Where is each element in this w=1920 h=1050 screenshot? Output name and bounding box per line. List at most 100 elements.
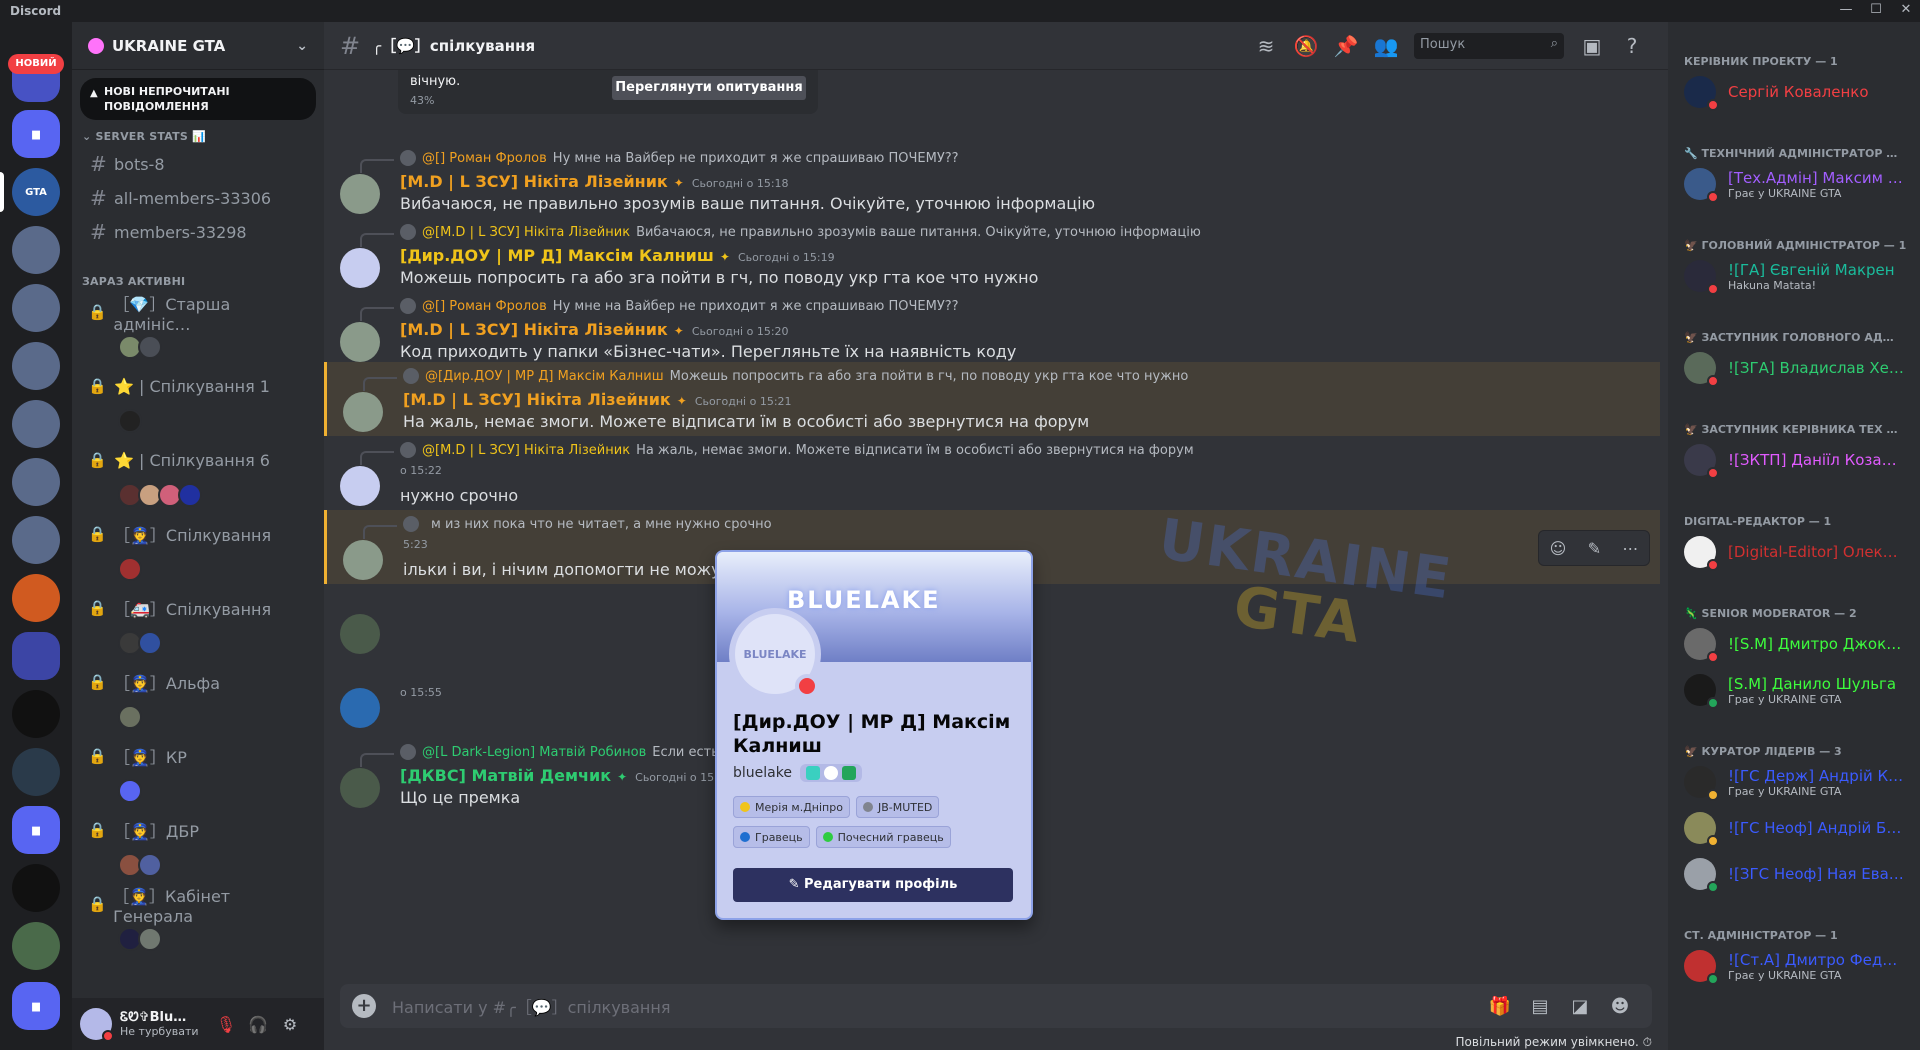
reply-preview[interactable]: м из них пока что не читает, а мне нужно… [363, 516, 772, 539]
reply-author[interactable]: @[L Dark-Legion] Матвій Робинов [422, 745, 646, 760]
ukraine-gta-server-icon[interactable]: GTA [12, 168, 60, 216]
server-icon[interactable] [12, 574, 60, 622]
voice-user-avatar[interactable] [138, 853, 162, 877]
voice-channel[interactable]: 🔒 ［💎］Старша адмініс… [80, 295, 316, 366]
chat-message[interactable]: @[M.D | L ЗСУ] Нікіта Лізейник На жаль, н… [324, 436, 1660, 510]
server-icon[interactable] [12, 516, 60, 564]
add-attachment-icon[interactable]: + [352, 994, 376, 1018]
member-item[interactable]: ![ГС Неоф] Андрій Бл… [1668, 806, 1920, 850]
folder-icon[interactable]: ▆ [12, 806, 60, 854]
pin-icon[interactable]: 📌 [1326, 34, 1366, 58]
member-item[interactable]: ![ЗГС Неоф] Ная Еванс [1668, 852, 1920, 896]
voice-channel[interactable]: 🔒 ［👮］Альфа [80, 666, 316, 736]
reply-author[interactable]: @[] Роман Фролов [422, 299, 547, 314]
unread-banner[interactable]: ▲ НОВІ НЕПРОЧИТАНІ ПОВІДОМЛЕННЯ [80, 78, 316, 120]
category-server-stats[interactable]: ⌄ SERVER STATS 📊 [72, 126, 324, 147]
role-pill[interactable]: Почесний гравець [815, 826, 951, 848]
avatar[interactable] [340, 248, 380, 288]
server-icon[interactable] [12, 284, 60, 332]
message-author[interactable]: [Дир.ДОУ | МР Д] Максім Калниш [400, 246, 714, 265]
voice-user-avatar[interactable] [118, 409, 142, 433]
reply-preview[interactable]: @[M.D | L ЗСУ] Нікіта Лізейник Вибачаюся,… [360, 224, 1201, 247]
chat-message[interactable]: @[] Роман Фролов Ну мне на Вайбер не прих… [324, 292, 1660, 366]
headphones-icon[interactable]: 🎧 [242, 1015, 274, 1034]
server-icon[interactable] [12, 342, 60, 390]
view-poll-button[interactable]: Переглянути опитування [612, 76, 806, 100]
voice-channel[interactable]: 🔒 ⭐ | Спілкування 1 [80, 370, 316, 440]
voice-user-avatar[interactable] [138, 927, 162, 951]
maximize-button[interactable]: ☐ [1866, 2, 1886, 17]
gif-icon[interactable]: ▤ [1520, 996, 1560, 1017]
add-reaction-icon[interactable]: ☺ [1550, 539, 1567, 558]
server-icon[interactable] [12, 748, 60, 796]
voice-user-avatar[interactable] [118, 557, 142, 581]
voice-user-avatar[interactable] [178, 483, 202, 507]
server-icon[interactable] [12, 458, 60, 506]
voice-user-avatar[interactable] [138, 335, 162, 359]
message-author[interactable]: [M.D | L ЗСУ] Нікіта Лізейник [400, 172, 668, 191]
member-item[interactable]: ![ЗКТП] Даніїл Козач… [1668, 438, 1920, 482]
member-item[interactable]: Сергій Коваленко [1668, 70, 1920, 114]
avatar[interactable] [343, 540, 383, 580]
avatar[interactable] [340, 322, 380, 362]
inbox-icon[interactable]: ▣ [1572, 34, 1612, 58]
edit-icon[interactable]: ✎ [1588, 539, 1601, 558]
member-item[interactable]: ![ГС Держ] Андрій Ко… Грає у UKRAINE GTA [1668, 760, 1920, 804]
avatar[interactable] [340, 174, 380, 214]
voice-user-avatar[interactable] [118, 705, 142, 729]
member-item[interactable]: [Digital-Editor] Олекс… [1668, 530, 1920, 574]
search-input[interactable]: Пошук ⌕ [1414, 32, 1564, 59]
voice-user-avatar[interactable] [138, 631, 162, 655]
category-active-now[interactable]: ЗАРАЗ АКТИВНІ [72, 271, 324, 292]
reply-author[interactable]: @[Дир.ДОУ | МР Д] Максім Калниш [425, 369, 664, 384]
member-item[interactable]: ![S.M] Дмитро Джокер [1668, 622, 1920, 666]
reply-author[interactable]: @[] Роман Фролов [422, 151, 547, 166]
avatar[interactable] [343, 392, 383, 432]
avatar[interactable] [340, 768, 380, 808]
gear-icon[interactable]: ⚙ [274, 1015, 306, 1034]
reply-preview[interactable]: @[] Роман Фролов Ну мне на Вайбер не прих… [360, 150, 959, 173]
member-item[interactable]: ![ГА] Євгеній Макрен Hakuna Matata! [1668, 254, 1920, 298]
notifications-muted-icon[interactable]: 🔕 [1286, 34, 1326, 58]
voice-channel[interactable]: 🔒 ［👮］Кабінет Генерала [80, 887, 316, 958]
more-icon[interactable]: ⋯ [1622, 539, 1638, 558]
member-item[interactable]: ![Ст.А] Дмитро Федч… Грає у UKRAINE GTA [1668, 944, 1920, 988]
server-header[interactable]: UKRAINE GTA ⌄ [72, 22, 324, 70]
chat-message[interactable]: @[M.D | L ЗСУ] Нікіта Лізейник Вибачаюся,… [324, 218, 1660, 292]
close-button[interactable]: ✕ [1896, 2, 1916, 17]
chat-message[interactable]: @[] Роман Фролов Ну мне на Вайбер не прих… [324, 144, 1660, 218]
avatar[interactable] [340, 614, 380, 654]
server-icon[interactable] [12, 226, 60, 274]
minimize-button[interactable]: — [1836, 2, 1856, 17]
reply-preview[interactable]: @[M.D | L ЗСУ] Нікіта Лізейник На жаль, н… [360, 442, 1194, 465]
voice-channel[interactable]: 🔒 ［👮］Спілкування [80, 518, 316, 588]
server-icon[interactable] [12, 400, 60, 448]
reply-preview[interactable]: @[] Роман Фролов Ну мне на Вайбер не прих… [360, 298, 959, 321]
folder-icon[interactable]: ▆ [12, 982, 60, 1030]
reply-preview[interactable]: @[Дир.ДОУ | МР Д] Максім Калниш Можешь по… [363, 368, 1188, 391]
new-badge[interactable]: НОВИЙ [8, 54, 64, 74]
member-item[interactable]: ![ЗГА] Владислав Хе… [1668, 346, 1920, 390]
server-icon[interactable] [12, 864, 60, 912]
folder-icon[interactable]: ▆ [12, 110, 60, 158]
member-item[interactable]: [Тех.Адмін] Максим … Грає у UKRAINE GTA [1668, 162, 1920, 206]
role-pill[interactable]: Гравець [733, 826, 810, 848]
reply-author[interactable]: @[M.D | L ЗСУ] Нікіта Лізейник [422, 225, 630, 240]
emoji-icon[interactable]: ☻ [1600, 996, 1640, 1017]
message-author[interactable]: [M.D | L ЗСУ] Нікіта Лізейник [400, 320, 668, 339]
server-icon[interactable] [12, 922, 60, 970]
voice-channel[interactable]: 🔒 ⭐ | Спілкування 6 [80, 444, 316, 514]
member-item[interactable]: [S.M] Данило Шульга Грає у UKRAINE GTA [1668, 668, 1920, 712]
role-pill[interactable]: Мерія м.Дніпро [733, 796, 850, 818]
mic-muted-icon[interactable]: 🎙 [210, 1015, 242, 1034]
members-icon[interactable]: 👥 [1366, 34, 1406, 58]
voice-channel[interactable]: 🔒 ［👮］КР [80, 740, 316, 810]
boost-badge-icon[interactable] [823, 766, 838, 780]
help-icon[interactable]: ? [1612, 34, 1652, 58]
channel-members[interactable]: # members-33298 [80, 215, 316, 249]
hypesquad-badge-icon[interactable] [805, 766, 820, 780]
avatar[interactable] [80, 1008, 114, 1042]
reply-author[interactable]: @[M.D | L ЗСУ] Нікіта Лізейник [422, 443, 630, 458]
channel-all-members[interactable]: # all-members-33306 [80, 181, 316, 215]
avatar[interactable] [340, 466, 380, 506]
